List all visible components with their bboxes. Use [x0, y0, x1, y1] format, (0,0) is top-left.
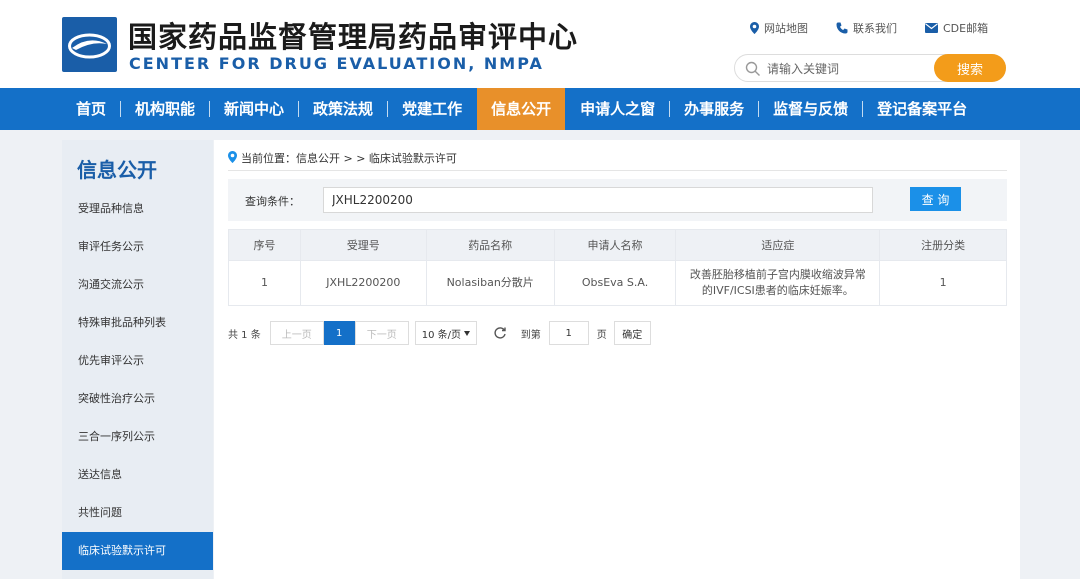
sidebar-item-9[interactable]: 临床试验默示许可 [62, 532, 213, 570]
location-pin-icon [750, 22, 759, 34]
search-icon [745, 61, 760, 76]
site-title-cn: 国家药品监督管理局药品审评中心 [128, 20, 579, 54]
total-count: 共 1 条 [228, 329, 261, 341]
results-table: 序号 受理号 药品名称 申请人名称 适应症 注册分类 1 JXHL2200200… [228, 229, 1007, 306]
query-bar: 查询条件： 查 询 [228, 179, 1007, 221]
header-accept-no: 受理号 [299, 229, 427, 261]
nav-item-7[interactable]: 办事服务 [670, 88, 758, 130]
search-input[interactable] [767, 59, 927, 79]
nav-item-3[interactable]: 政策法规 [299, 88, 387, 130]
table-row: 1 JXHL2200200 Nolasiban分散片 ObsEva S.A. 改… [228, 260, 1007, 306]
header-drug-name: 药品名称 [425, 229, 555, 261]
top-links: 网站地图 联系我们 CDE邮箱 [750, 20, 988, 36]
query-button[interactable]: 查 询 [910, 187, 961, 211]
sidebar-item-1[interactable]: 审评任务公示 [62, 228, 213, 266]
prev-page-button[interactable]: 上一页 [269, 321, 324, 345]
sidebar-item-6[interactable]: 三合一序列公示 [62, 418, 213, 456]
sidebar-item-4[interactable]: 优先审评公示 [62, 342, 213, 380]
cell-drug-name: Nolasiban分散片 [425, 260, 555, 306]
cde-logo[interactable] [62, 17, 117, 72]
sidebar-item-8[interactable]: 共性问题 [62, 494, 213, 532]
page-size-select[interactable]: 10 条/页 [414, 321, 477, 345]
cell-accept-no: JXHL2200200 [299, 260, 427, 306]
nav-item-6[interactable]: 申请人之窗 [566, 88, 669, 130]
sitemap-link[interactable]: 网站地图 [750, 20, 808, 36]
mail-icon [925, 23, 938, 33]
breadcrumb-text: 当前位置：信息公开 > > 临床试验默示许可 [241, 152, 457, 165]
next-page-button[interactable]: 下一页 [354, 321, 409, 345]
pagination: 共 1 条 上一页 1 下一页 10 条/页 到第 页 确定 [228, 321, 651, 345]
header-applicant: 申请人名称 [553, 229, 677, 261]
cell-no: 1 [228, 260, 301, 306]
goto-confirm-button[interactable]: 确定 [613, 321, 651, 345]
header-indication: 适应症 [675, 229, 881, 261]
sitemap-label: 网站地图 [764, 22, 808, 35]
sidebar-item-3[interactable]: 特殊审批品种列表 [62, 304, 213, 342]
site-search: 搜索 [734, 54, 1006, 82]
nav-item-5[interactable]: 信息公开 [477, 88, 566, 130]
sidebar-item-5[interactable]: 突破性治疗公示 [62, 380, 213, 418]
breadcrumb: 当前位置：信息公开 > > 临床试验默示许可 [228, 150, 1007, 171]
sidebar-title: 信息公开 [77, 158, 157, 182]
nav-item-4[interactable]: 党建工作 [388, 88, 476, 130]
sidebar: 信息公开 受理品种信息 审评任务公示 沟通交流公示 特殊审批品种列表 优先审评公示 突破性… [62, 140, 213, 579]
main-nav: 首页 机构职能 新闻中心 政策法规 党建工作 信息公开 申请人之窗 办事服务 监督与反馈 登记备案… [0, 88, 1080, 130]
page-size-value: 10 条/页 [421, 329, 462, 341]
goto-page-input[interactable] [548, 321, 589, 345]
page-label: 页 [596, 329, 607, 341]
query-input[interactable] [323, 187, 873, 213]
location-pin-icon [228, 151, 237, 163]
search-button[interactable]: 搜索 [934, 54, 1006, 82]
page-number-button[interactable]: 1 [323, 321, 355, 345]
cell-applicant: ObsEva S.A. [553, 260, 677, 306]
mail-link[interactable]: CDE邮箱 [925, 20, 988, 36]
nav-item-0[interactable]: 首页 [62, 88, 120, 130]
cell-category: 1 [879, 260, 1007, 306]
sidebar-item-0[interactable]: 受理品种信息 [62, 190, 213, 228]
sidebar-item-7[interactable]: 送达信息 [62, 456, 213, 494]
sidebar-item-2[interactable]: 沟通交流公示 [62, 266, 213, 304]
nav-item-8[interactable]: 监督与反馈 [759, 88, 862, 130]
nav-item-9[interactable]: 登记备案平台 [863, 88, 981, 130]
table-header-row: 序号 受理号 药品名称 申请人名称 适应症 注册分类 [228, 229, 1007, 261]
header-no: 序号 [228, 229, 301, 261]
logo-emblem-icon [68, 33, 111, 59]
nav-item-2[interactable]: 新闻中心 [210, 88, 298, 130]
site-header: 国家药品监督管理局药品审评中心 CENTER FOR DRUG EVALUATI… [0, 0, 1080, 88]
cell-indication: 改善胚胎移植前子宫内膜收缩波异常的IVF/ICSI患者的临床妊娠率。 [675, 260, 881, 306]
contact-label: 联系我们 [853, 22, 897, 35]
contact-link[interactable]: 联系我们 [836, 20, 897, 36]
mail-label: CDE邮箱 [943, 22, 989, 35]
caret-down-icon [463, 330, 470, 336]
goto-label: 到第 [520, 329, 541, 341]
refresh-button[interactable] [493, 326, 507, 340]
header-category: 注册分类 [879, 229, 1007, 261]
query-label: 查询条件： [245, 195, 300, 208]
main-content: 当前位置：信息公开 > > 临床试验默示许可 查询条件： 查 询 序号 受理号 … [214, 140, 1020, 579]
sidebar-list: 受理品种信息 审评任务公示 沟通交流公示 特殊审批品种列表 优先审评公示 突破性治疗公示三… [62, 190, 213, 570]
refresh-icon [494, 327, 506, 339]
phone-icon [836, 22, 848, 34]
site-title-en: CENTER FOR DRUG EVALUATION, NMPA [129, 54, 544, 73]
nav-item-1[interactable]: 机构职能 [121, 88, 209, 130]
